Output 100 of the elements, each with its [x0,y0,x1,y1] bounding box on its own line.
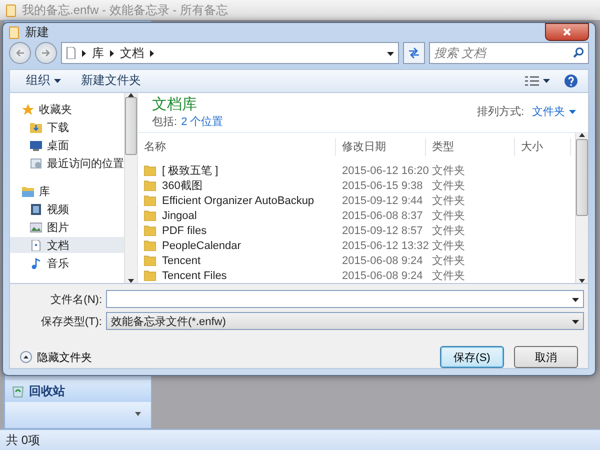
hide-folders-button[interactable]: 隐藏文件夹 [20,350,92,364]
folder-icon [144,270,156,281]
breadcrumb-item[interactable]: 库 [92,44,104,62]
nav-item[interactable]: 桌面 [10,137,124,153]
app-title: 我的备忘.enfw - 效能备忘录 - 所有备忘 [22,2,228,18]
caret-icon [54,78,61,83]
close-button[interactable] [545,23,589,41]
caret-icon [572,320,579,324]
folder-icon [144,240,156,251]
forward-button[interactable] [35,42,57,64]
nav-item[interactable]: 视频 [10,201,124,217]
file-type: 文件夹 [432,254,465,268]
sidebar-item[interactable]: 回收站 [5,380,151,402]
modified-date: 2015-06-08 9:24 [342,254,423,266]
nav-item[interactable]: 下载 [10,119,124,135]
modified-date: 2015-06-12 13:32 [342,240,429,252]
modified-date: 2015-09-12 8:57 [342,224,423,236]
library-folder-icon [22,186,34,196]
file-row[interactable]: Jingoal 2015-06-08 8:37 文件夹 [138,208,575,223]
scroll-up-icon [579,133,585,137]
dialog-title: 新建 [25,24,49,42]
filetype-dropdown[interactable]: 效能备忘录文件(*.enfw) [106,312,584,330]
folder-icon [144,165,156,176]
library-title: 文档库 [152,96,198,114]
music-note-icon [30,258,42,268]
forward-arrow-icon [42,49,50,58]
file-type: 文件夹 [432,164,465,178]
file-row[interactable]: Tencent Files 2015-06-08 9:24 文件夹 [138,268,575,283]
folder-icon [144,225,156,236]
file-row[interactable]: 360截图 2015-06-15 9:38 文件夹 [138,178,575,193]
nav-item[interactable]: 音乐 [10,255,124,271]
column-header[interactable]: 大小 [515,138,571,156]
modified-date: 2015-06-08 9:24 [342,270,423,282]
file-type: 文件夹 [432,268,465,283]
modified-date: 2015-06-12 16:20 [342,164,429,176]
caret-icon [572,298,579,302]
download-folder-icon [30,122,42,132]
modified-date: 2015-06-15 9:38 [342,180,423,192]
document-icon [30,240,42,250]
file-name: Jingoal [162,210,197,222]
file-row[interactable]: Efficient Organizer AutoBackup 2015-09-12 9:44 文件夹 [138,193,575,208]
nav-item[interactable]: 图片 [10,219,124,235]
nav-item[interactable]: 收藏夹 [10,101,124,117]
file-row[interactable]: Tencent 2015-06-08 9:24 文件夹 [138,253,575,268]
file-name: [ 极致五笔 ] [162,164,218,178]
back-arrow-icon [16,49,24,58]
file-row[interactable]: [ 极致五笔 ] 2015-06-12 16:20 文件夹 [138,163,575,178]
column-header[interactable]: 修改日期 [336,138,426,156]
file-name: PDF files [162,224,207,236]
column-header[interactable]: 名称 [138,138,336,156]
breadcrumb-item[interactable]: 文档 [120,44,144,62]
file-type: 文件夹 [432,238,465,253]
caret-icon[interactable] [135,412,141,416]
collapse-up-icon [20,351,32,363]
file-row[interactable]: PDF files 2015-09-12 8:57 文件夹 [138,223,575,238]
nav-item[interactable]: 文档 [10,237,124,253]
caret-icon [543,78,550,83]
toolbar-button[interactable]: 新建文件夹 [75,70,147,92]
address-bar[interactable]: 库 文档 [61,42,399,64]
dialog-button[interactable]: 保存(S) [440,346,504,368]
file-name: Tencent Files [162,270,227,282]
file-name: Efficient Organizer AutoBackup [162,194,314,206]
column-header[interactable]: 类型 [426,138,515,156]
modified-date: 2015-09-12 9:44 [342,194,423,206]
film-icon [30,204,42,214]
nav-scrollbar[interactable] [124,93,137,283]
refresh-button[interactable] [403,42,425,64]
caret-icon [569,110,576,114]
picture-icon [30,222,42,232]
desktop-icon [30,140,42,150]
arrange-dropdown[interactable]: 文件夹 [532,104,565,119]
file-type: 文件夹 [432,178,465,193]
list-view-icon [525,76,539,86]
dropdown-caret-icon[interactable] [387,52,394,56]
toolbar-button[interactable]: 组织 [20,70,67,92]
chevron-right-icon [150,50,154,57]
file-scrollbar[interactable] [575,133,588,283]
file-type: 文件夹 [432,208,465,223]
locations-link[interactable]: 2 个位置 [181,116,224,128]
nav-item[interactable]: 最近访问的位置 [10,155,124,171]
recycle-bin-icon [11,384,25,398]
notepad-icon [6,4,16,16]
document-icon [66,47,76,60]
close-icon [563,28,571,36]
search-field[interactable]: 搜索 文档 [429,42,589,64]
chevron-right-icon [110,50,114,57]
dialog-button[interactable]: 取消 [514,346,578,368]
nav-item[interactable]: 库 [10,183,124,199]
includes-label: 包括: [152,116,178,128]
folder-icon [144,195,156,206]
filetype-label: 保存类型(T): [40,314,102,328]
search-icon [573,47,584,58]
file-row[interactable]: PeopleCalendar 2015-06-12 13:32 文件夹 [138,238,575,253]
chevron-right-icon [82,50,86,57]
file-name: PeopleCalendar [162,240,241,252]
back-button[interactable] [9,42,31,64]
file-name: 360截图 [162,179,202,193]
help-icon[interactable] [564,74,578,88]
filename-field[interactable] [106,290,584,308]
refresh-arrows-icon [408,47,420,60]
